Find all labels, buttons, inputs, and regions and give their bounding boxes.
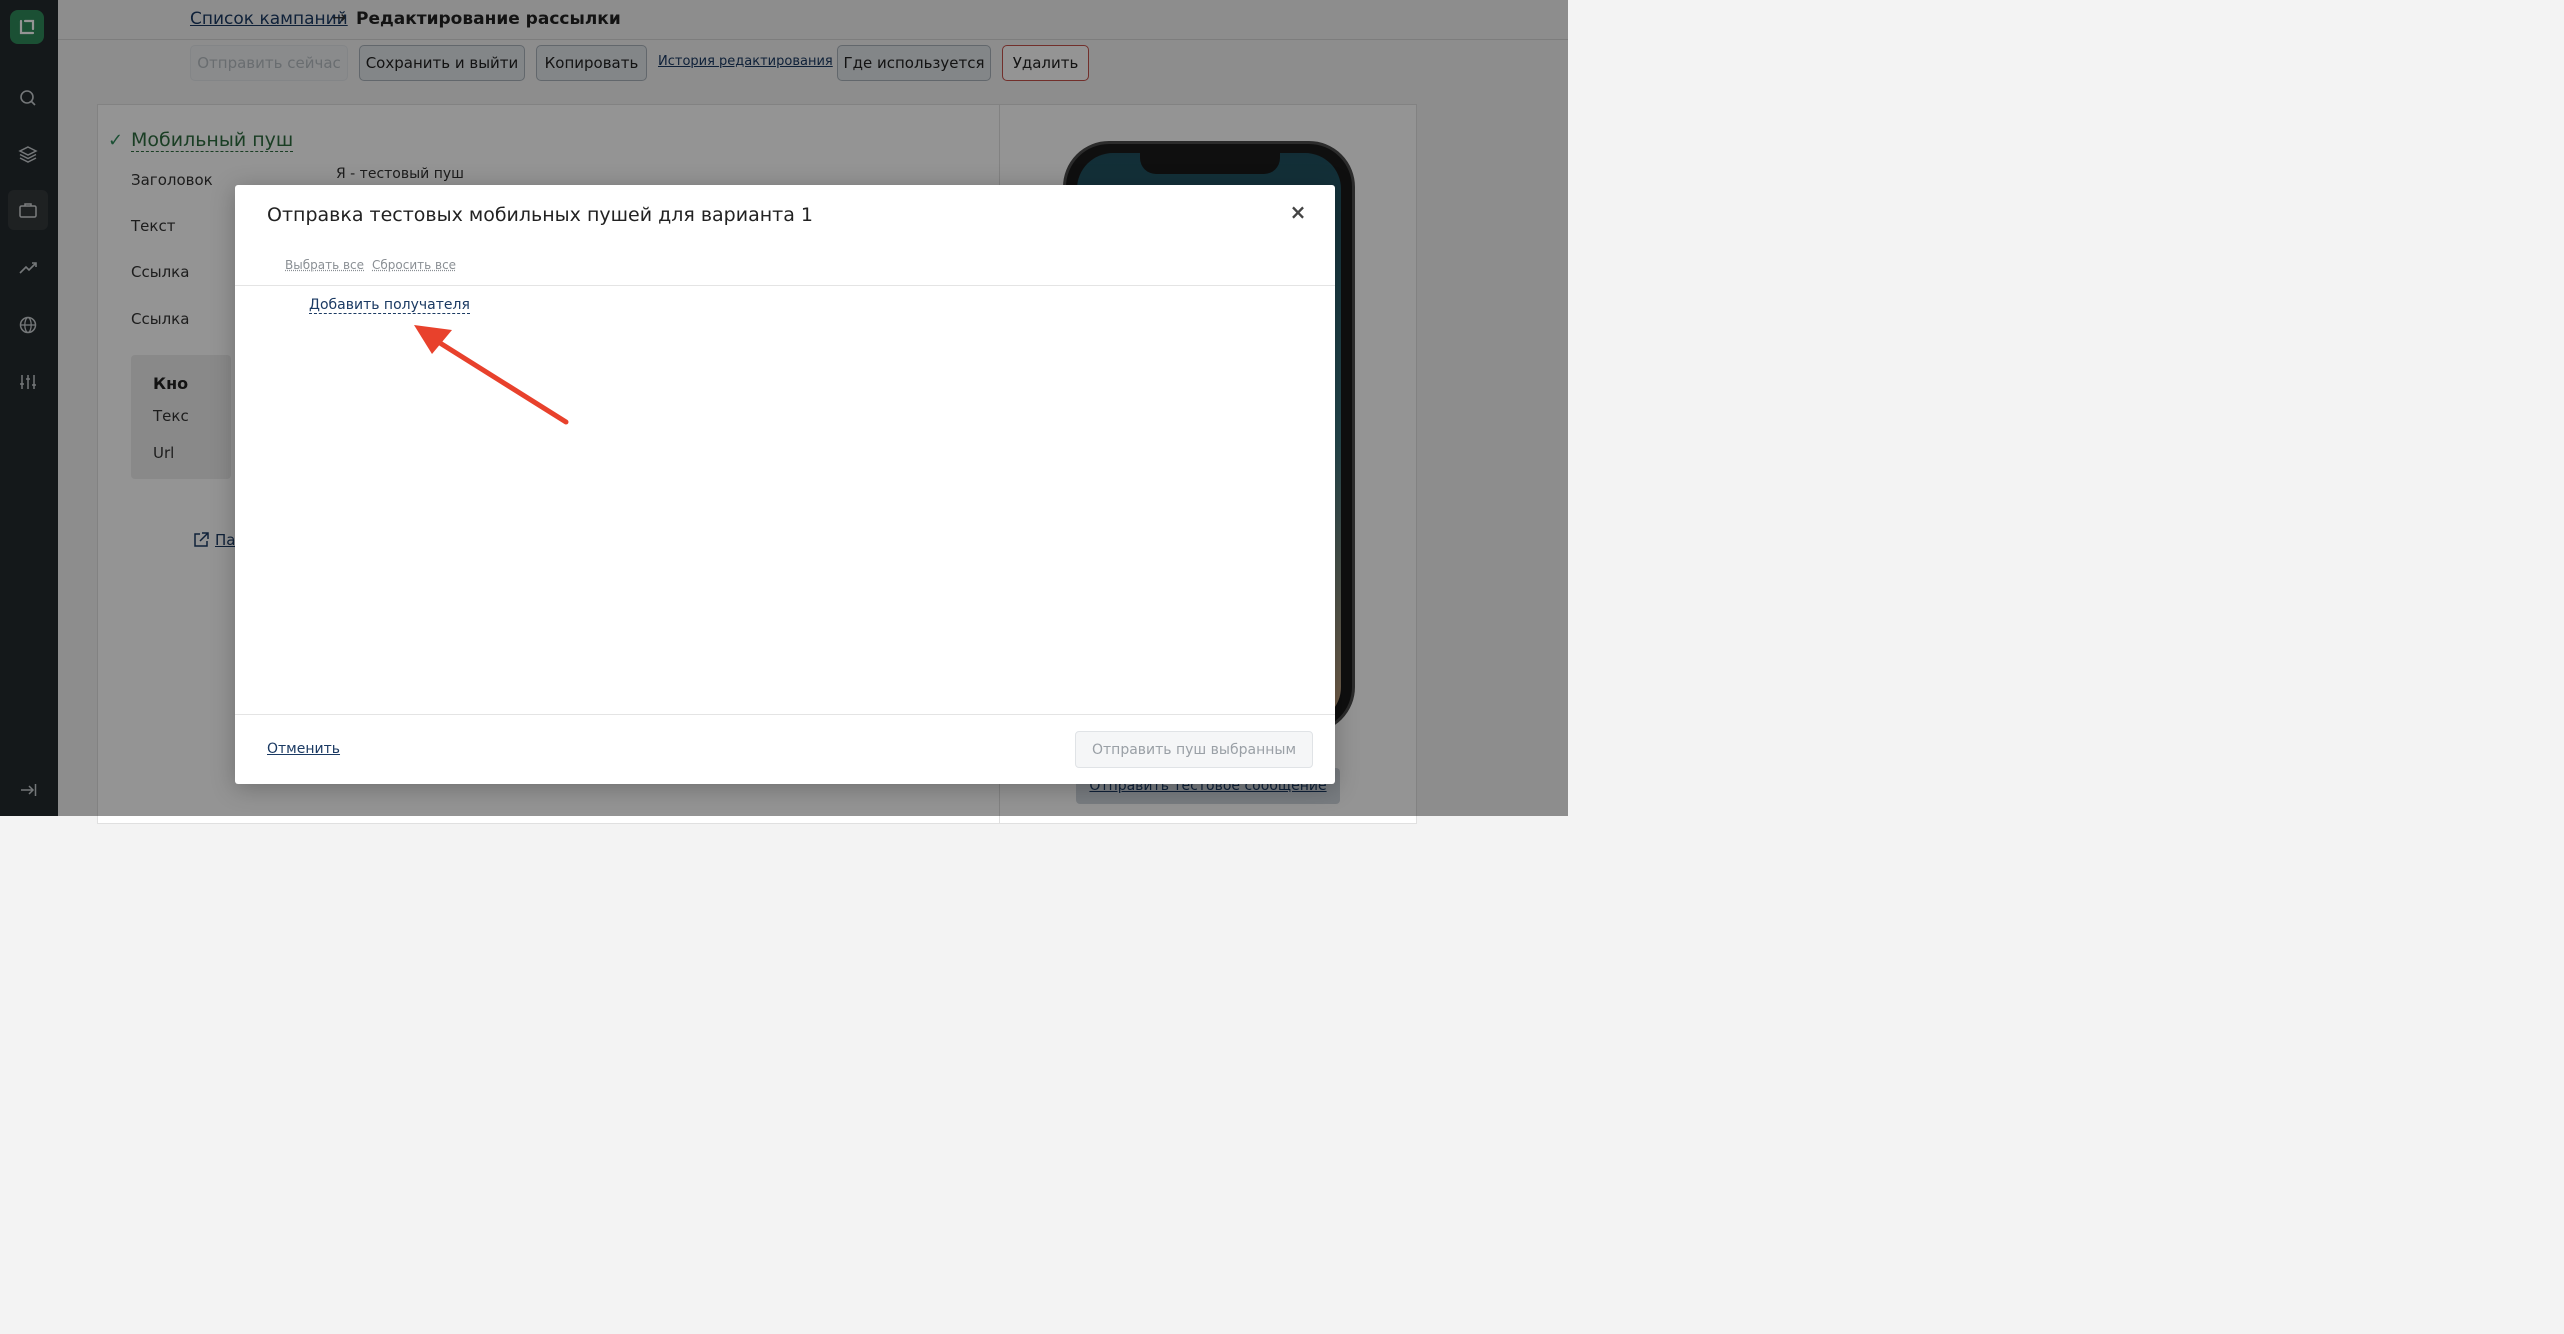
modal-title: Отправка тестовых мобильных пушей для ва… bbox=[267, 204, 813, 226]
modal-divider bbox=[235, 285, 1335, 286]
modal-footer-divider bbox=[235, 714, 1335, 715]
reset-all-link[interactable]: Сбросить все bbox=[372, 258, 456, 272]
add-recipient-link[interactable]: Добавить получателя bbox=[309, 297, 470, 314]
test-push-modal: Отправка тестовых мобильных пушей для ва… bbox=[235, 185, 1335, 784]
select-all-link[interactable]: Выбрать все bbox=[285, 258, 364, 272]
send-push-selected-button[interactable]: Отправить пуш выбранным bbox=[1075, 731, 1313, 768]
close-icon[interactable]: × bbox=[1287, 201, 1309, 223]
cancel-link[interactable]: Отменить bbox=[267, 741, 340, 757]
